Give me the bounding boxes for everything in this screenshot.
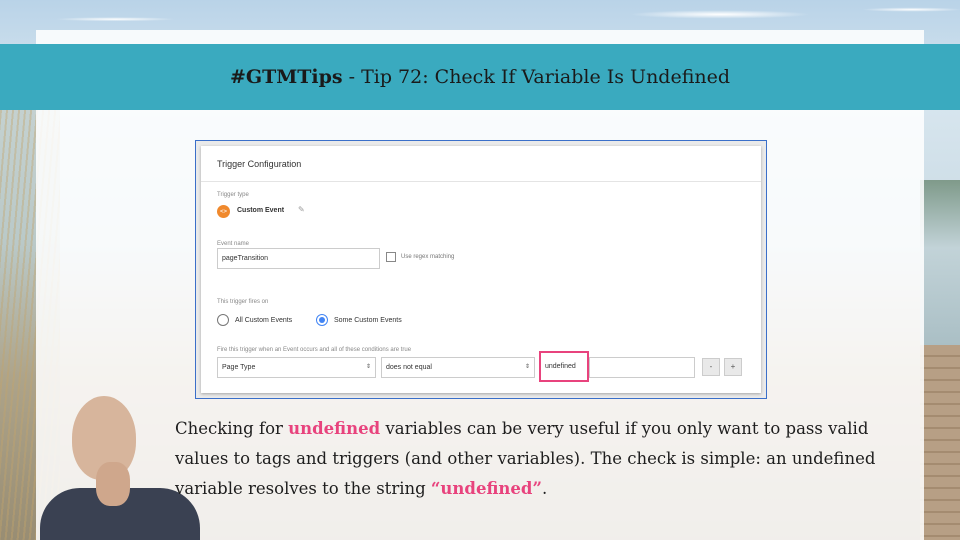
gtm-screenshot: Trigger Configuration Trigger type <> Cu… — [195, 140, 767, 399]
title-banner: #GTMTips - Tip 72: Check If Variable Is … — [0, 44, 960, 110]
avatar-hand — [96, 462, 130, 506]
regex-checkbox-label: Use regex matching — [401, 254, 455, 260]
trigger-configuration-card: Trigger Configuration Trigger type <> Cu… — [201, 146, 761, 393]
lake-background — [920, 180, 960, 350]
caption-part3: . — [541, 479, 548, 498]
condition-variable-value: Page Type — [222, 364, 256, 371]
dock-background — [920, 345, 960, 540]
tip-caption: Checking for undefined variables can be … — [175, 414, 905, 504]
card-title: Trigger Configuration — [201, 146, 761, 182]
code-brackets-icon: <> — [217, 205, 230, 218]
add-condition-button[interactable]: + — [724, 358, 742, 376]
condition-operator-value: does not equal — [386, 364, 432, 371]
condition-value-field[interactable]: undefined — [539, 351, 589, 382]
event-name-label: Event name — [217, 241, 250, 247]
radio-some-label: Some Custom Events — [334, 317, 402, 324]
select-arrows-icon: ⇕ — [524, 364, 530, 370]
conditions-label: Fire this trigger when an Event occurs a… — [217, 347, 412, 353]
regex-checkbox[interactable] — [386, 252, 396, 262]
event-name-field[interactable]: pageTransition — [217, 248, 380, 269]
select-arrows-icon: ⇕ — [365, 364, 371, 370]
condition-value-field-remainder[interactable] — [589, 357, 695, 378]
radio-all-label: All Custom Events — [235, 317, 293, 324]
caption-highlight-undefined: undefined — [288, 419, 381, 438]
caption-highlight-quoted: “undefined” — [430, 479, 542, 498]
remove-condition-button[interactable]: - — [702, 358, 720, 376]
fires-on-label: This trigger fires on — [217, 299, 269, 305]
edit-pencil-icon[interactable]: ✎ — [298, 205, 305, 214]
title-text: - Tip 72: Check If Variable Is Undefined — [342, 66, 731, 88]
trigger-type-label: Trigger type — [217, 192, 249, 198]
condition-variable-select[interactable]: Page Type ⇕ — [217, 357, 376, 378]
title-hashtag: #GTMTips — [229, 66, 343, 88]
condition-operator-select[interactable]: does not equal ⇕ — [381, 357, 535, 378]
radio-some-custom-events[interactable] — [316, 314, 328, 326]
caption-part1: Checking for — [175, 419, 289, 438]
trigger-type-value: Custom Event — [237, 207, 285, 214]
radio-all-custom-events[interactable] — [217, 314, 229, 326]
